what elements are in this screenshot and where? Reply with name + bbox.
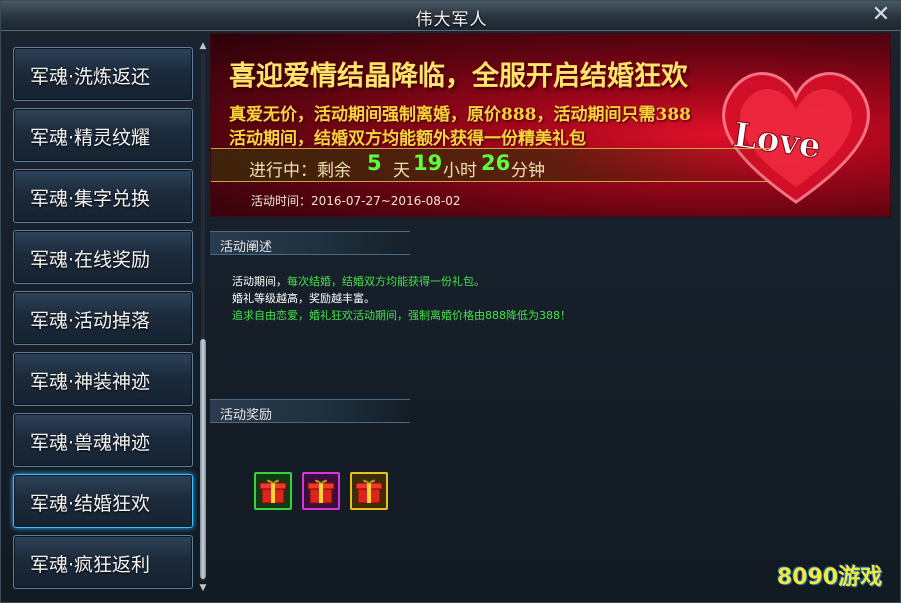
love-heart-icon: Love bbox=[722, 72, 870, 204]
banner-line-2: 活动期间，结婚双方均能额外获得一份精美礼包 bbox=[229, 129, 586, 149]
description-line-2: 婚礼等级越高，奖励越丰富。 bbox=[232, 292, 375, 305]
rewards-header-label: 活动奖励 bbox=[220, 408, 273, 423]
sidebar-item-activity-drop[interactable]: 军魂·活动掉落 bbox=[13, 291, 193, 345]
countdown-minutes: 26 bbox=[481, 151, 511, 175]
title-bar: 伟大军人 ✕ bbox=[1, 1, 901, 31]
sidebar-item-crazy-rebate[interactable]: 军魂·疯狂返利 bbox=[13, 535, 193, 589]
sidebar-item-spirit-emblem[interactable]: 军魂·精灵纹耀 bbox=[13, 108, 193, 162]
sidebar-item-label: 军魂·结婚狂欢 bbox=[30, 493, 151, 515]
event-banner: Love 喜迎爱情结晶降临，全服开启结婚狂欢 真爱无价，活动期间强制离婚，原价8… bbox=[210, 33, 891, 217]
sidebar-item-label: 军魂·神装神迹 bbox=[30, 371, 151, 393]
sidebar-item-label: 军魂·集字兑换 bbox=[30, 188, 151, 210]
sidebar-item-label: 军魂·兽魂神迹 bbox=[30, 432, 151, 454]
scroll-down-arrow-icon[interactable]: ▼ bbox=[198, 583, 208, 593]
site-watermark-logo: 8090游戏 bbox=[777, 557, 895, 597]
gift-box-gold-icon bbox=[355, 479, 383, 504]
sidebar-item-label: 军魂·精灵纹耀 bbox=[30, 127, 151, 149]
close-icon[interactable]: ✕ bbox=[870, 4, 892, 26]
description-line-1: 活动期间，每次结婚，结婚双方均能获得一份礼包。 bbox=[232, 273, 485, 289]
description-line-3: 追求自由恋爱，婚礼狂欢活动期间，强制离婚价格由888降低为388！ bbox=[232, 309, 571, 322]
activity-sidebar: 军魂·洗炼返还 军魂·精灵纹耀 军魂·集字兑换 军魂·在线奖励 军魂·活动掉落 … bbox=[9, 39, 197, 595]
sidebar-scrollbar[interactable]: ▲ ▼ bbox=[197, 39, 209, 595]
description-section-header: 活动阐述 bbox=[210, 231, 410, 255]
sidebar-item-wedding-carnival[interactable]: 军魂·结婚狂欢 bbox=[13, 474, 193, 528]
scroll-thumb[interactable] bbox=[200, 339, 206, 579]
reward-slot-3[interactable] bbox=[350, 472, 388, 510]
game-window: 伟大军人 ✕ 军魂·洗炼返还 军魂·精灵纹耀 军魂·集字兑换 军魂·在线奖励 军… bbox=[0, 0, 901, 603]
sidebar-item-divine-gear[interactable]: 军魂·神装神迹 bbox=[13, 352, 193, 406]
countdown-hours: 19 bbox=[413, 151, 443, 175]
sidebar-item-refine-refund[interactable]: 军魂·洗炼返还 bbox=[13, 47, 193, 101]
reward-slot-1[interactable] bbox=[254, 472, 292, 510]
sidebar-item-beast-soul[interactable]: 军魂·兽魂神迹 bbox=[13, 413, 193, 467]
sidebar-item-label: 军魂·疯狂返利 bbox=[30, 554, 151, 576]
sidebar-item-label: 军魂·洗炼返还 bbox=[30, 66, 151, 88]
scroll-up-arrow-icon[interactable]: ▲ bbox=[198, 41, 208, 51]
countdown-minutes-unit: 分钟 bbox=[511, 161, 545, 181]
description-header-label: 活动阐述 bbox=[220, 240, 273, 255]
watermark-text: 8090游戏 bbox=[777, 565, 883, 590]
sidebar-item-online-reward[interactable]: 军魂·在线奖励 bbox=[13, 230, 193, 284]
description-line-1-highlight: 每次结婚，结婚双方均能获得一份礼包。 bbox=[287, 275, 485, 288]
description-line-1-prefix: 活动期间， bbox=[232, 275, 287, 288]
sidebar-item-word-exchange[interactable]: 军魂·集字兑换 bbox=[13, 169, 193, 223]
sidebar-item-label: 军魂·活动掉落 bbox=[30, 310, 151, 332]
reward-slot-2[interactable] bbox=[302, 472, 340, 510]
countdown-days-unit: 天 bbox=[393, 161, 410, 181]
window-title: 伟大军人 bbox=[415, 10, 488, 30]
banner-title: 喜迎爱情结晶降临，全服开启结婚狂欢 bbox=[229, 61, 688, 92]
countdown-bar: 进行中：剩余 5 天 19 小时 26 分钟 bbox=[211, 148, 771, 182]
countdown-hours-unit: 小时 bbox=[443, 161, 477, 181]
rewards-section-header: 活动奖励 bbox=[210, 399, 410, 423]
gift-box-green-icon bbox=[259, 479, 287, 504]
activity-time: 活动时间：2016-07-27~2016-08-02 bbox=[251, 194, 461, 208]
countdown-days: 5 bbox=[367, 151, 382, 175]
countdown-prefix: 进行中：剩余 bbox=[249, 161, 351, 181]
banner-line-1: 真爱无价，活动期间强制离婚，原价888，活动期间只需388 bbox=[229, 105, 691, 125]
gift-box-purple-icon bbox=[307, 479, 335, 504]
sidebar-item-label: 军魂·在线奖励 bbox=[30, 249, 151, 271]
